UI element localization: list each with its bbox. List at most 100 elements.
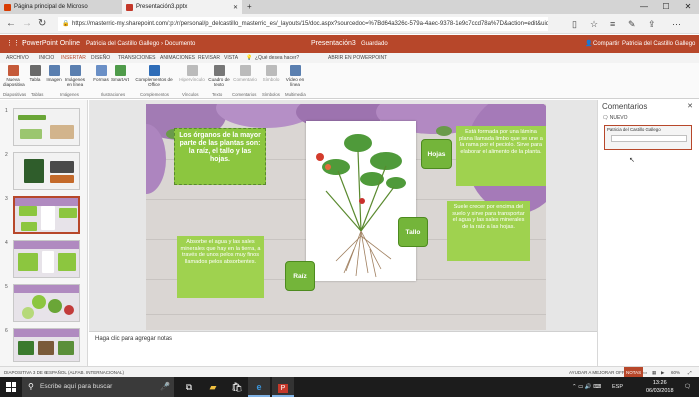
slide-number: 3: [5, 196, 8, 202]
slide-thumbnail-5[interactable]: [13, 284, 80, 322]
new-comment-button[interactable]: 🗨 NUEVO: [602, 115, 628, 121]
symbol-button[interactable]: Símbolo: [260, 65, 282, 82]
group-label: Complementos: [140, 92, 169, 97]
raiz-description[interactable]: Absorbe el agua y las sales minerales qu…: [177, 236, 264, 298]
image-icon: [48, 65, 60, 76]
tab-diseno[interactable]: DISEÑO: [91, 53, 110, 63]
app-name[interactable]: PowerPoint Online: [22, 35, 80, 53]
slide-thumbnail-1[interactable]: [13, 108, 80, 146]
close-tab-icon[interactable]: ✕: [233, 4, 242, 11]
new-slide-button[interactable]: Nueva diapositiva: [3, 65, 25, 87]
image-button[interactable]: Imagen: [46, 65, 62, 82]
store-icon[interactable]: 🛍: [226, 377, 248, 397]
file-explorer-icon[interactable]: ▰: [202, 377, 224, 397]
shapes-button[interactable]: Formas: [93, 65, 109, 82]
tab-revisar[interactable]: REVISAR: [198, 53, 220, 63]
reading-view-icon[interactable]: ▯: [572, 14, 577, 34]
slide-number: 5: [5, 284, 8, 290]
smartart-button[interactable]: SmartArt: [110, 65, 130, 82]
thumb-shape: [42, 251, 54, 273]
user-name[interactable]: Patricia del Castillo Gallego: [622, 35, 695, 53]
textbox-icon: [213, 65, 225, 76]
powerpoint-icon: [126, 3, 133, 11]
taskbar: Escribe aquí para buscar ⚲ 🎤 ⧉ ▰ 🛍 e P ⌃…: [0, 377, 699, 397]
back-icon[interactable]: ←: [6, 14, 16, 34]
close-icon[interactable]: ✕: [687, 102, 693, 110]
favorite-star-icon[interactable]: ☆: [590, 14, 598, 34]
tab-transiciones[interactable]: TRANSICIONES: [118, 53, 156, 63]
thumb-shape: [22, 307, 34, 319]
thumb-shape: [50, 161, 74, 173]
slide-thumbnail-4[interactable]: [13, 240, 80, 278]
strawberry-plant-icon: [316, 134, 406, 278]
label-hojas[interactable]: Hojas: [421, 139, 452, 169]
clock[interactable]: 13:26 06/03/2018: [646, 379, 674, 395]
comment-card[interactable]: Patricia del Castillo Gallego: [604, 125, 692, 150]
microphone-icon[interactable]: 🎤: [160, 377, 170, 397]
comment-button[interactable]: Comentario: [231, 65, 259, 82]
thumb-shape: [18, 115, 46, 120]
powerpoint-taskbar-icon[interactable]: P: [272, 377, 294, 397]
smartart-icon: [114, 65, 126, 76]
minimize-icon[interactable]: —: [633, 0, 655, 14]
slide-title-box[interactable]: Los órganos de la mayor parte de las pla…: [174, 128, 266, 185]
share-button[interactable]: Compartir: [593, 35, 619, 53]
hojas-description[interactable]: Está formada por una lámina plana llamad…: [456, 126, 546, 186]
comment-input[interactable]: [611, 135, 687, 142]
doc-title[interactable]: Presentación3: [311, 35, 356, 53]
video-button[interactable]: Vídeo en línea: [284, 65, 306, 87]
group-label: Ilustraciones: [101, 92, 126, 97]
task-view-icon[interactable]: ⧉: [178, 377, 200, 397]
thumb-shape: [41, 206, 55, 230]
refresh-icon[interactable]: ↻: [38, 14, 46, 34]
group-label: Símbolos: [262, 92, 280, 97]
label-tallo[interactable]: Tallo: [398, 217, 428, 247]
new-tab-icon[interactable]: +: [247, 0, 252, 14]
open-in-powerpoint[interactable]: ABRIR EN POWERPOINT: [328, 53, 387, 63]
tab-animaciones[interactable]: ANIMACIONES: [160, 53, 195, 63]
notes-pen-icon[interactable]: ✎: [628, 14, 636, 34]
browser-tab-1[interactable]: Página principal de Microso: [0, 0, 122, 14]
thumb-shape: [20, 129, 42, 139]
maximize-icon[interactable]: ☐: [655, 0, 677, 14]
breadcrumb[interactable]: Patricia del Castillo Gallego › Document…: [86, 35, 195, 53]
tell-me-input[interactable]: ¿Qué desea hacer?: [255, 53, 299, 63]
windows-start-icon[interactable]: [6, 382, 16, 392]
taskbar-search[interactable]: Escribe aquí para buscar: [22, 377, 174, 397]
tab-archivo[interactable]: ARCHIVO: [6, 53, 29, 63]
thumb-shape: [18, 341, 34, 355]
slide-thumbnail-3[interactable]: [13, 196, 80, 234]
tab-vista[interactable]: VISTA: [224, 53, 238, 63]
language-indicator[interactable]: ESP: [612, 377, 623, 397]
url-input[interactable]: https://masterric-my.sharepoint.com/:p:/…: [58, 17, 548, 31]
more-icon[interactable]: ⋯: [672, 14, 681, 34]
tab-inicio[interactable]: INICIO: [39, 53, 54, 63]
ribbon-tabs: ARCHIVO INICIO INSERTAR DISEÑO TRANSICIO…: [0, 53, 699, 64]
edge-icon[interactable]: e: [248, 377, 270, 397]
strawberry-plant-image[interactable]: [306, 121, 416, 281]
table-button[interactable]: Tabla: [28, 65, 42, 82]
browser-tab-2[interactable]: Presentación3.pptx ✕: [122, 0, 242, 14]
thumb-shape: [50, 175, 74, 183]
thumb-shape: [64, 305, 74, 315]
thumb-shape: [24, 159, 44, 183]
hyperlink-button[interactable]: Hipervínculo: [177, 65, 207, 82]
share-icon[interactable]: ⇪: [648, 14, 656, 34]
slide-thumbnail-6[interactable]: [13, 328, 80, 362]
notifications-icon[interactable]: 🗨: [684, 377, 691, 397]
system-tray-icons[interactable]: ⌃ ▭ 🔊 ⌨: [572, 377, 601, 397]
close-window-icon[interactable]: ✕: [677, 0, 699, 14]
thumb-shape: [59, 208, 77, 218]
slide-number: 2: [5, 152, 8, 158]
hub-icon[interactable]: ≡: [610, 14, 615, 34]
group-label: Vínculos: [182, 92, 199, 97]
tallo-description[interactable]: Suele crecer por encima del suelo y sirv…: [447, 201, 530, 261]
slide-thumbnail-2[interactable]: [13, 152, 80, 190]
textbox-button[interactable]: Cuadro de texto: [208, 65, 230, 87]
online-image-button[interactable]: Imágenes en línea: [63, 65, 87, 87]
addins-button[interactable]: Complementos de Office: [135, 65, 173, 87]
forward-icon[interactable]: →: [22, 14, 32, 34]
group-label: Texto: [212, 92, 223, 97]
notes-input[interactable]: Haga clic para agregar notas: [89, 331, 597, 366]
label-raiz[interactable]: Raíz: [285, 261, 315, 291]
